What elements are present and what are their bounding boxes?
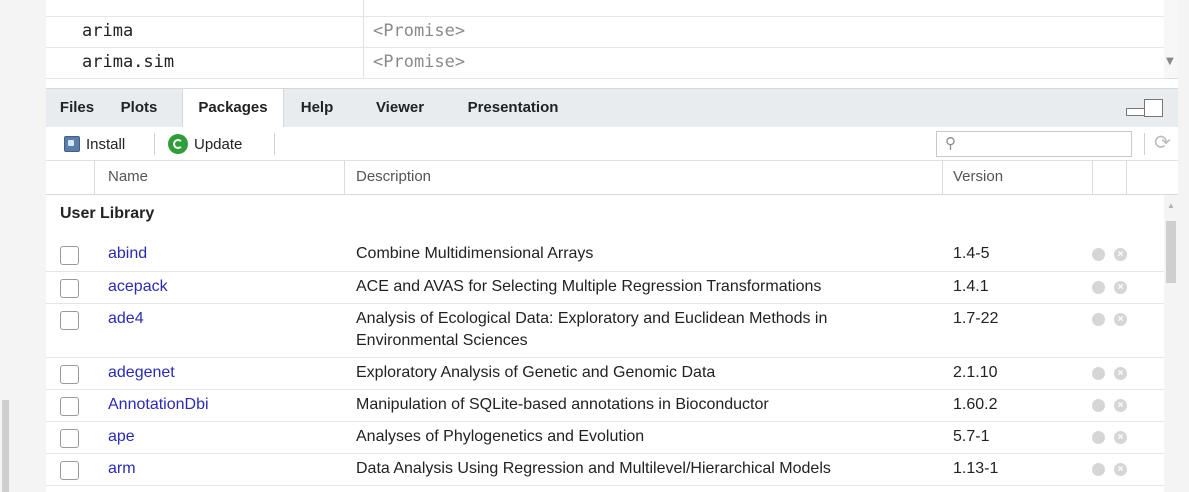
column-header-name[interactable]: Name — [108, 168, 148, 185]
package-name-link[interactable]: abind — [108, 245, 147, 263]
update-label: Update — [194, 135, 243, 153]
column-divider — [363, 0, 364, 16]
column-header-description[interactable]: Description — [356, 168, 431, 185]
column-divider — [363, 48, 364, 78]
package-version: 1.60.2 — [953, 396, 998, 413]
globe-icon[interactable] — [1092, 431, 1105, 444]
search-icon: ⚲ — [945, 135, 956, 152]
toolbar-separator — [154, 133, 155, 155]
table-row: abind Combine Multidimensional Arrays 1.… — [46, 237, 1164, 272]
package-load-checkbox[interactable] — [60, 365, 79, 384]
tab-files[interactable]: Files — [54, 89, 100, 127]
package-version: 1.4.1 — [953, 278, 989, 295]
install-icon — [64, 136, 80, 152]
install-button[interactable]: Install — [64, 132, 125, 156]
package-name-link[interactable]: arm — [108, 460, 136, 478]
globe-icon[interactable] — [1092, 463, 1105, 476]
scroll-up-icon[interactable]: ▲ — [1167, 201, 1175, 210]
tab-help[interactable]: Help — [288, 89, 346, 127]
tab-presentation[interactable]: Presentation — [448, 89, 578, 127]
package-table-header: Name Description Version — [46, 161, 1178, 195]
table-row: adegenet Exploratory Analysis of Genetic… — [46, 357, 1164, 390]
environment-pane: arima <Promise> arima.sim <Promise> ▼ — [46, 0, 1178, 79]
column-divider — [344, 161, 345, 194]
column-divider — [1092, 161, 1093, 194]
package-version: 1.7-22 — [953, 310, 999, 327]
package-version: 1.4-5 — [953, 245, 990, 262]
package-name-link[interactable]: acepack — [108, 278, 168, 296]
remove-package-icon[interactable]: × — [1114, 281, 1127, 294]
package-load-checkbox[interactable] — [60, 311, 79, 330]
table-row: ape Analyses of Phylogenetics and Evolut… — [46, 421, 1164, 454]
package-load-checkbox[interactable] — [60, 279, 79, 298]
package-description: Exploratory Analysis of Genetic and Geno… — [356, 364, 716, 381]
package-search-input[interactable]: ⚲ — [936, 131, 1132, 157]
update-button[interactable]: Update — [168, 132, 242, 156]
right-gutter — [1178, 0, 1189, 492]
remove-package-icon[interactable]: × — [1114, 431, 1127, 444]
install-label: Install — [86, 135, 126, 153]
refresh-icon[interactable]: ⟳ — [1154, 130, 1171, 155]
pane-tab-bar: Files Plots Packages Help Viewer Present… — [46, 88, 1178, 128]
left-scrollbar-thumb[interactable] — [2, 400, 9, 492]
remove-package-icon[interactable]: × — [1114, 367, 1127, 380]
env-var-value: <Promise> — [373, 21, 466, 41]
package-name-link[interactable]: adegenet — [108, 364, 175, 382]
package-description: Analysis of Ecological Data: Exploratory… — [356, 310, 828, 349]
globe-icon[interactable] — [1092, 313, 1105, 326]
table-row: acepack ACE and AVAS for Selecting Multi… — [46, 271, 1164, 304]
globe-icon[interactable] — [1092, 399, 1105, 412]
env-row[interactable]: arima <Promise> — [46, 17, 1166, 48]
column-divider — [942, 161, 943, 194]
maximize-icon[interactable] — [1144, 99, 1163, 117]
scroll-down-icon[interactable]: ▼ — [1166, 56, 1174, 67]
remove-package-icon[interactable]: × — [1114, 399, 1127, 412]
column-header-version[interactable]: Version — [953, 168, 1003, 185]
globe-icon[interactable] — [1092, 248, 1105, 261]
env-var-value: <Promise> — [373, 52, 466, 72]
package-name-link[interactable]: AnnotationDbi — [108, 396, 209, 414]
package-description: Data Analysis Using Regression and Multi… — [356, 460, 831, 477]
env-var-name: arima.sim — [82, 52, 175, 72]
toolbar-separator — [274, 133, 275, 155]
globe-icon[interactable] — [1092, 367, 1105, 380]
table-row: arm Data Analysis Using Regression and M… — [46, 453, 1164, 486]
package-description: Combine Multidimensional Arrays — [356, 245, 594, 262]
env-row[interactable]: arima.sim <Promise> — [46, 48, 1166, 79]
globe-icon[interactable] — [1092, 281, 1105, 294]
remove-package-icon[interactable]: × — [1114, 313, 1127, 326]
library-section-title: User Library — [60, 205, 155, 222]
package-table-body: User Library abind Combine Multidimensio… — [46, 195, 1178, 492]
package-version: 5.7-1 — [953, 428, 990, 445]
column-divider — [94, 161, 95, 194]
scrollbar-thumb[interactable] — [1166, 221, 1176, 283]
package-load-checkbox[interactable] — [60, 429, 79, 448]
package-description: ACE and AVAS for Selecting Multiple Regr… — [356, 278, 822, 295]
toolbar-separator — [1144, 133, 1145, 155]
table-row: AnnotationDbi Manipulation of SQLite-bas… — [46, 389, 1164, 422]
tab-plots[interactable]: Plots — [110, 89, 168, 127]
package-name-link[interactable]: ade4 — [108, 310, 144, 328]
package-name-link[interactable]: ape — [108, 428, 135, 446]
tab-viewer[interactable]: Viewer — [364, 89, 436, 127]
package-load-checkbox[interactable] — [60, 246, 79, 265]
column-divider — [1126, 161, 1127, 194]
remove-package-icon[interactable]: × — [1114, 248, 1127, 261]
minimize-icon[interactable] — [1126, 108, 1145, 116]
env-row-partial — [46, 0, 1166, 17]
packages-toolbar: Install Update ⚲ ⟳ — [46, 127, 1178, 161]
package-description: Manipulation of SQLite-based annotations… — [356, 396, 769, 413]
package-load-checkbox[interactable] — [60, 461, 79, 480]
column-divider — [363, 17, 364, 47]
tab-packages[interactable]: Packages — [182, 89, 284, 128]
table-row: ade4 Analysis of Ecological Data: Explor… — [46, 303, 1164, 358]
update-icon — [168, 134, 188, 154]
package-description: Analyses of Phylogenetics and Evolution — [356, 428, 645, 445]
package-version: 1.13-1 — [953, 460, 999, 477]
env-var-name: arima — [82, 21, 134, 41]
package-load-checkbox[interactable] — [60, 397, 79, 416]
package-version: 2.1.10 — [953, 364, 998, 381]
remove-package-icon[interactable]: × — [1114, 463, 1127, 476]
